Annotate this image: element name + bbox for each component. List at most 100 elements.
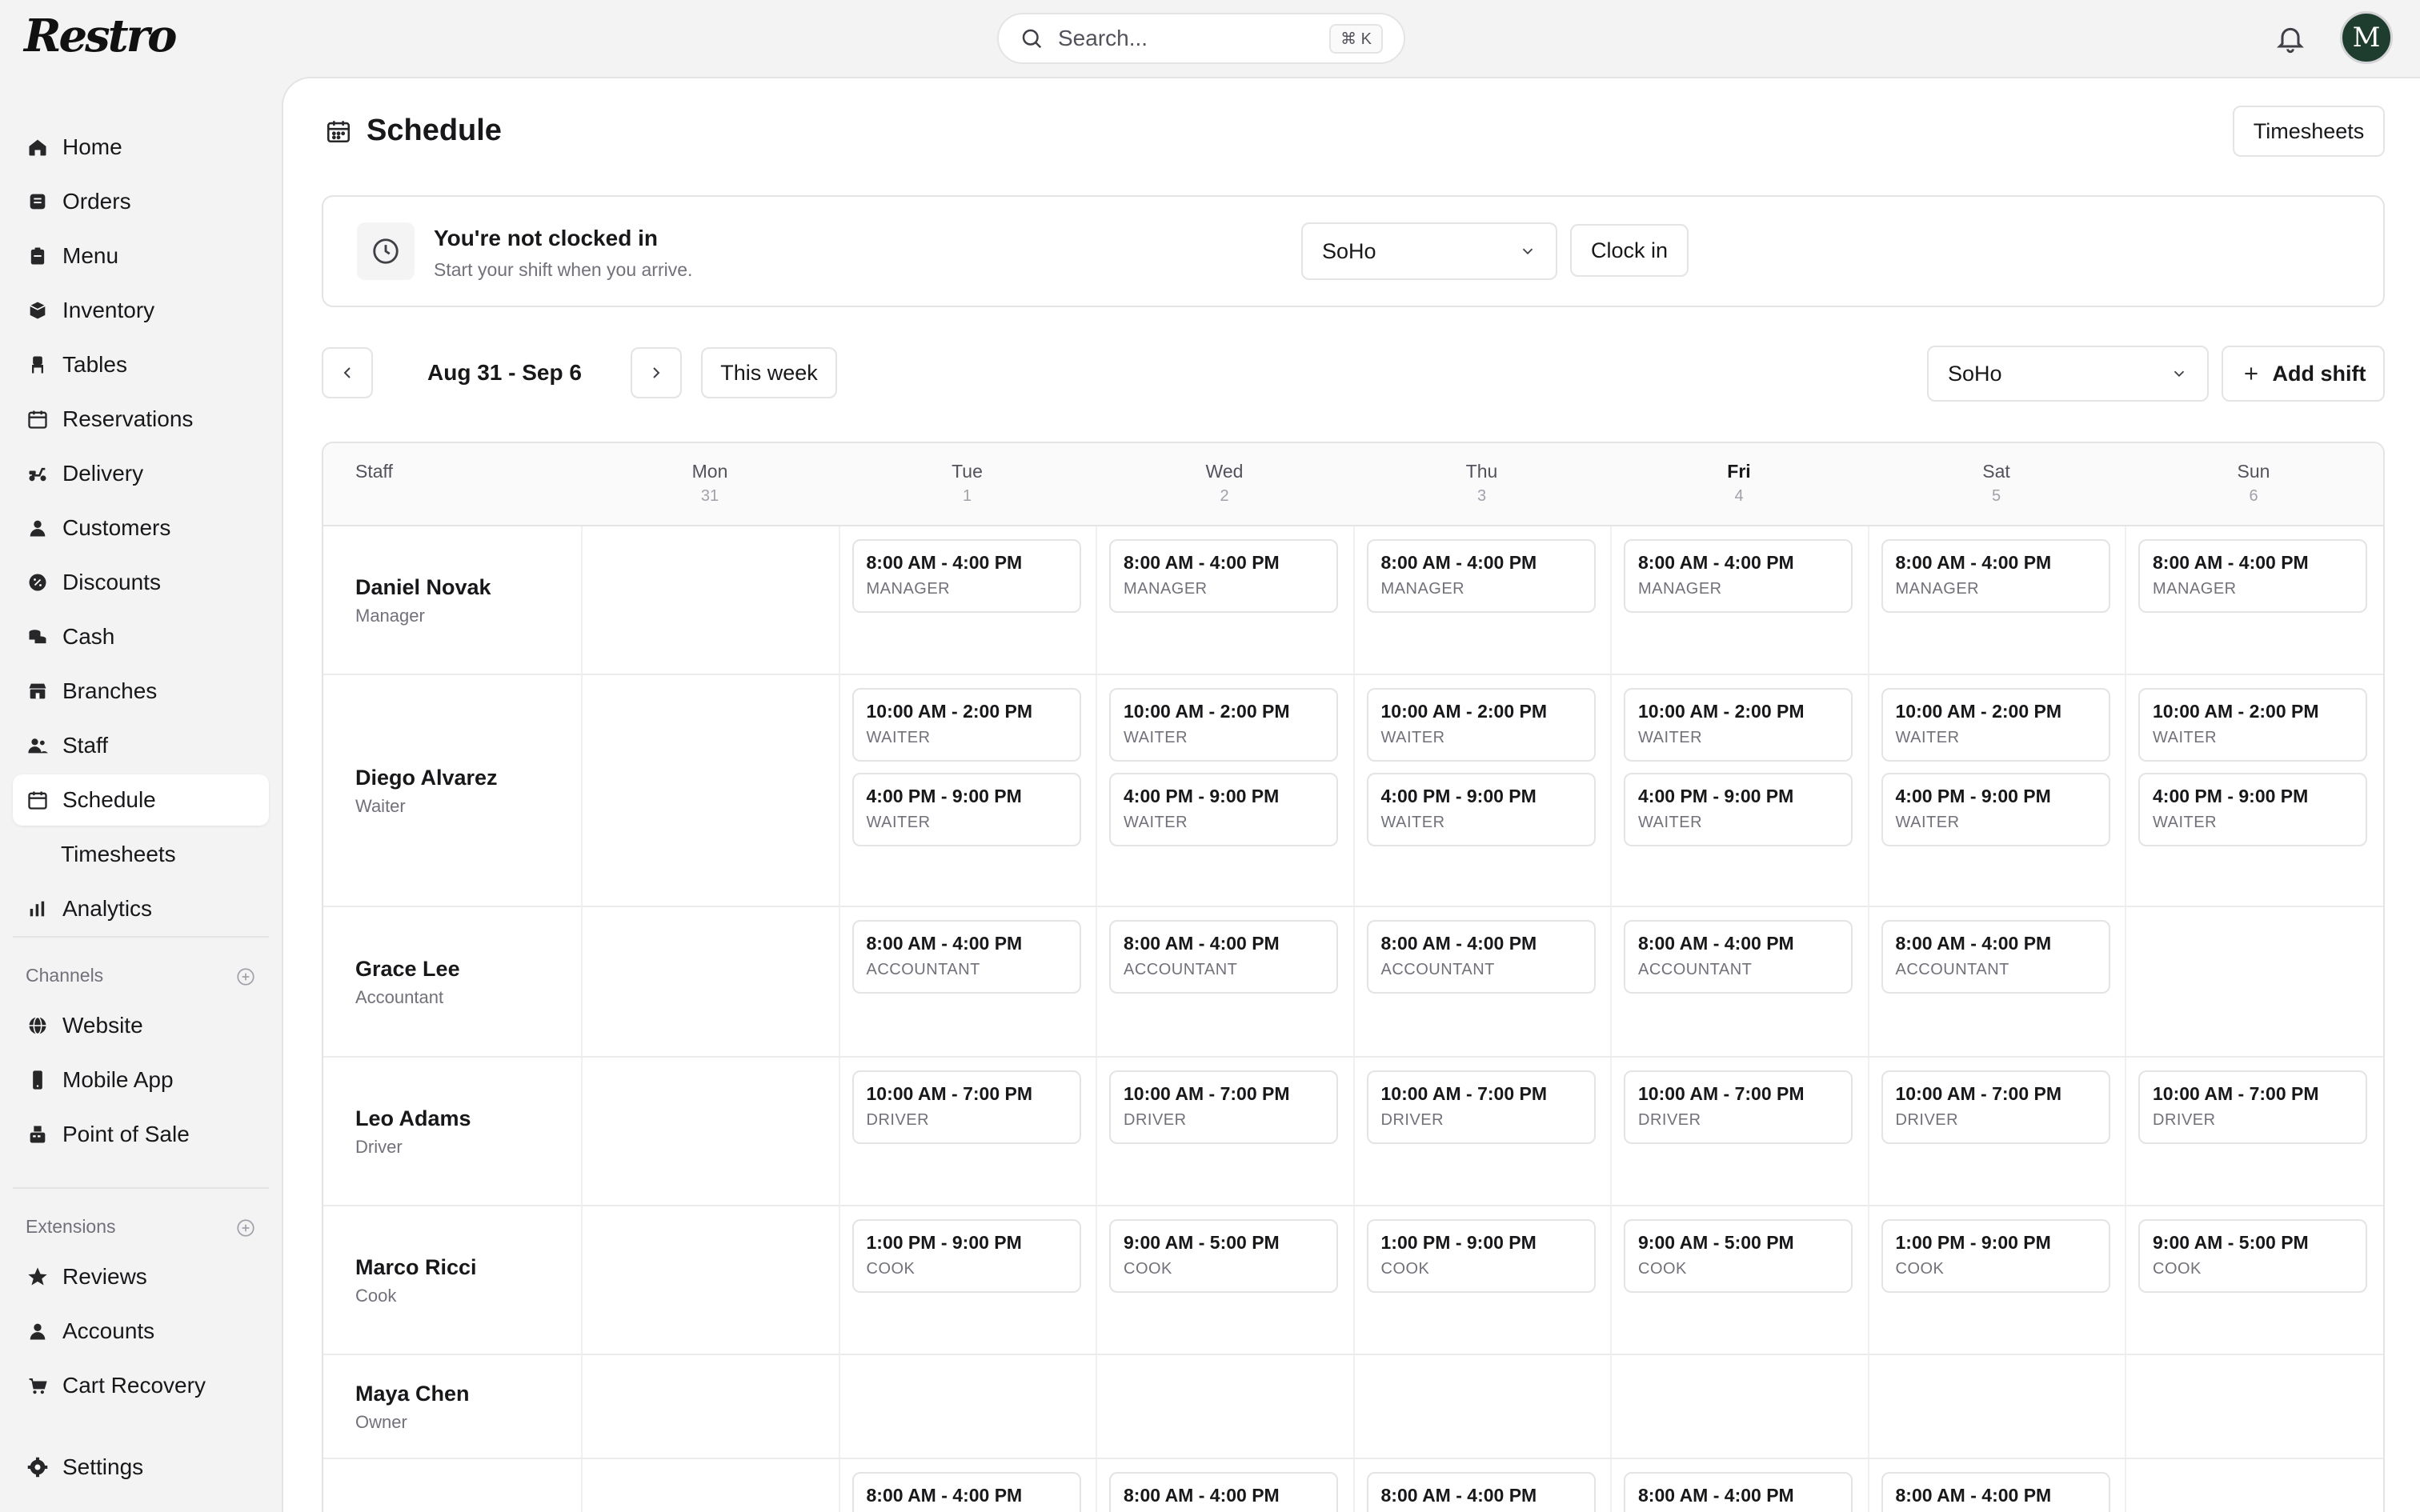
sidebar-item-settings[interactable]: Settings: [13, 1442, 269, 1493]
shift-card[interactable]: 8:00 AM - 4:00 PM ACCOUNTANT: [1881, 920, 2110, 994]
sidebar-item-point-of-sale[interactable]: Point of Sale: [13, 1109, 269, 1160]
shift-card[interactable]: 4:00 PM - 9:00 PM WAITER: [1624, 773, 1853, 846]
clock-in-button[interactable]: Clock in: [1570, 224, 1689, 277]
calendar-icon: [28, 410, 47, 429]
shift-card[interactable]: 10:00 AM - 7:00 PM DRIVER: [1624, 1070, 1853, 1144]
shift-card[interactable]: 8:00 AM - 4:00 PM ACCOUNTANT: [1109, 920, 1338, 994]
shift-card[interactable]: 4:00 PM - 9:00 PM WAITER: [851, 773, 1081, 846]
shift-card[interactable]: 8:00 AM - 4:00 PM ACCOUNTANT: [1366, 920, 1596, 994]
sidebar-item-cash[interactable]: Cash: [13, 611, 269, 662]
shift-card[interactable]: 10:00 AM - 7:00 PM DRIVER: [1109, 1070, 1338, 1144]
shift-card[interactable]: 10:00 AM - 2:00 PM WAITER: [851, 688, 1081, 762]
staff-name: Leo Adams: [355, 1106, 471, 1130]
gear-icon: [27, 1457, 48, 1478]
app-logo[interactable]: Restro: [24, 10, 177, 62]
sidebar-item-accounts[interactable]: Accounts: [13, 1306, 269, 1357]
calendar-icon: [28, 791, 47, 810]
shift-card[interactable]: 4:00 PM - 9:00 PM WAITER: [1366, 773, 1596, 846]
sidebar-item-delivery[interactable]: Delivery: [13, 448, 269, 499]
sidebar-item-reviews[interactable]: Reviews: [13, 1251, 269, 1302]
shift-card[interactable]: 1:00 PM - 9:00 PM COOK: [851, 1219, 1081, 1293]
sidebar-item-orders[interactable]: Orders: [13, 176, 269, 227]
search-box[interactable]: Search... ⌘ K: [997, 13, 1405, 64]
next-week-button[interactable]: [631, 347, 682, 398]
sidebar-item-schedule[interactable]: Schedule: [13, 774, 269, 826]
shift-card[interactable]: 10:00 AM - 2:00 PM WAITER: [1109, 688, 1338, 762]
timesheets-button[interactable]: Timesheets: [2233, 106, 2385, 157]
add-extension-icon[interactable]: [235, 1218, 256, 1238]
shift-card[interactable]: 10:00 AM - 7:00 PM DRIVER: [2138, 1070, 2367, 1144]
sidebar-item-mobile-app[interactable]: Mobile App: [13, 1054, 269, 1106]
day-name: Sun: [2237, 461, 2270, 482]
sidebar-item-timesheets[interactable]: Timesheets: [13, 829, 269, 880]
sidebar-item-inventory[interactable]: Inventory: [13, 285, 269, 336]
shift-card[interactable]: 8:00 AM - 4:00 PM ACCOUNTANT: [1624, 920, 1853, 994]
prev-week-button[interactable]: [322, 347, 373, 398]
branch-filter-select[interactable]: SoHo: [1927, 346, 2209, 402]
avatar[interactable]: M: [2340, 11, 2393, 64]
sidebar-item-icon: [26, 734, 50, 758]
shift-role: WAITER: [1380, 729, 1445, 746]
sidebar-item-branches[interactable]: Branches: [13, 666, 269, 717]
shift-card[interactable]: 10:00 AM - 7:00 PM DRIVER: [851, 1070, 1081, 1144]
staff-icon: [28, 738, 48, 754]
store-icon: [29, 683, 46, 699]
shift-card[interactable]: 8:00 AM - 4:00 PM: [1366, 1472, 1596, 1512]
sidebar-item-tables[interactable]: Tables: [13, 339, 269, 390]
shift-card[interactable]: 8:00 AM - 4:00 PM MANAGER: [851, 539, 1081, 613]
shift-role: DRIVER: [866, 1111, 930, 1129]
shift-card[interactable]: 8:00 AM - 4:00 PM MANAGER: [1109, 539, 1338, 613]
pos-icon: [30, 1126, 46, 1143]
shift-card[interactable]: 4:00 PM - 9:00 PM WAITER: [2138, 773, 2367, 846]
this-week-button[interactable]: This week: [701, 347, 837, 398]
shift-card[interactable]: 10:00 AM - 2:00 PM WAITER: [1366, 688, 1596, 762]
shift-card[interactable]: 10:00 AM - 7:00 PM DRIVER: [1881, 1070, 2110, 1144]
bell-icon[interactable]: [2274, 21, 2306, 56]
staff-name: Grace Lee: [355, 957, 460, 981]
add-channel-icon[interactable]: [235, 966, 256, 987]
phone-icon: [33, 1070, 42, 1090]
shift-card[interactable]: 8:00 AM - 4:00 PM: [1881, 1472, 2110, 1512]
shift-time: 8:00 AM - 4:00 PM: [1380, 933, 1537, 954]
shift-card[interactable]: 8:00 AM - 4:00 PM MANAGER: [1881, 539, 2110, 613]
shift-time: 8:00 AM - 4:00 PM: [1380, 552, 1537, 573]
sidebar-item-reservations[interactable]: Reservations: [13, 394, 269, 445]
sidebar-item-icon: [26, 462, 50, 486]
shift-card[interactable]: 9:00 AM - 5:00 PM COOK: [1109, 1219, 1338, 1293]
shift-card[interactable]: 9:00 AM - 5:00 PM COOK: [1624, 1219, 1853, 1293]
shift-card[interactable]: 10:00 AM - 7:00 PM DRIVER: [1366, 1070, 1596, 1144]
shift-card[interactable]: 8:00 AM - 4:00 PM MANAGER: [1366, 539, 1596, 613]
sidebar-item-menu[interactable]: Menu: [13, 230, 269, 282]
sidebar-item-staff[interactable]: Staff: [13, 720, 269, 771]
shift-card[interactable]: 4:00 PM - 9:00 PM WAITER: [1109, 773, 1338, 846]
shift-time: 1:00 PM - 9:00 PM: [1380, 1232, 1537, 1253]
shift-card[interactable]: 8:00 AM - 4:00 PM MANAGER: [2138, 539, 2367, 613]
sidebar-item-discounts[interactable]: Discounts: [13, 557, 269, 608]
clock-branch-select[interactable]: SoHo: [1301, 222, 1557, 280]
sidebar-item-customers[interactable]: Customers: [13, 502, 269, 554]
search-input[interactable]: Search...: [1058, 26, 1329, 51]
shift-card[interactable]: 1:00 PM - 9:00 PM COOK: [1366, 1219, 1596, 1293]
shift-card[interactable]: 8:00 AM - 4:00 PM ACCOUNTANT: [851, 920, 1081, 994]
shift-time: 10:00 AM - 7:00 PM: [2153, 1083, 2319, 1104]
shift-card[interactable]: 10:00 AM - 2:00 PM WAITER: [2138, 688, 2367, 762]
add-shift-button[interactable]: Add shift: [2222, 346, 2385, 402]
chevron-right-icon: [653, 367, 660, 378]
shift-card[interactable]: 1:00 PM - 9:00 PM COOK: [1881, 1219, 2110, 1293]
staff-role: Cook: [355, 1286, 397, 1306]
shift-card[interactable]: 8:00 AM - 4:00 PM MANAGER: [1624, 539, 1853, 613]
sidebar-item-website[interactable]: Website: [13, 1000, 269, 1051]
shift-time: 10:00 AM - 7:00 PM: [1895, 1083, 2062, 1104]
shift-card[interactable]: 8:00 AM - 4:00 PM: [851, 1472, 1081, 1512]
shift-card[interactable]: 4:00 PM - 9:00 PM WAITER: [1881, 773, 2110, 846]
shift-card[interactable]: 10:00 AM - 2:00 PM WAITER: [1624, 688, 1853, 762]
shift-card[interactable]: 8:00 AM - 4:00 PM: [1109, 1472, 1338, 1512]
sidebar-item-home[interactable]: Home: [13, 122, 269, 173]
shift-card[interactable]: 9:00 AM - 5:00 PM COOK: [2138, 1219, 2367, 1293]
sidebar-item-analytics[interactable]: Analytics: [13, 883, 269, 934]
shift-card[interactable]: 10:00 AM - 2:00 PM WAITER: [1881, 688, 2110, 762]
sidebar-item-cart-recovery[interactable]: Cart Recovery: [13, 1360, 269, 1411]
shift-card[interactable]: 8:00 AM - 4:00 PM: [1624, 1472, 1853, 1512]
schedule-grid: Staff Mon 31 Tue 1 Wed 2 Thu 3 Fri 4 Sat 5 Sun 6 Dani…: [322, 442, 2385, 1512]
add-shift-label: Add shift: [2272, 361, 2366, 386]
